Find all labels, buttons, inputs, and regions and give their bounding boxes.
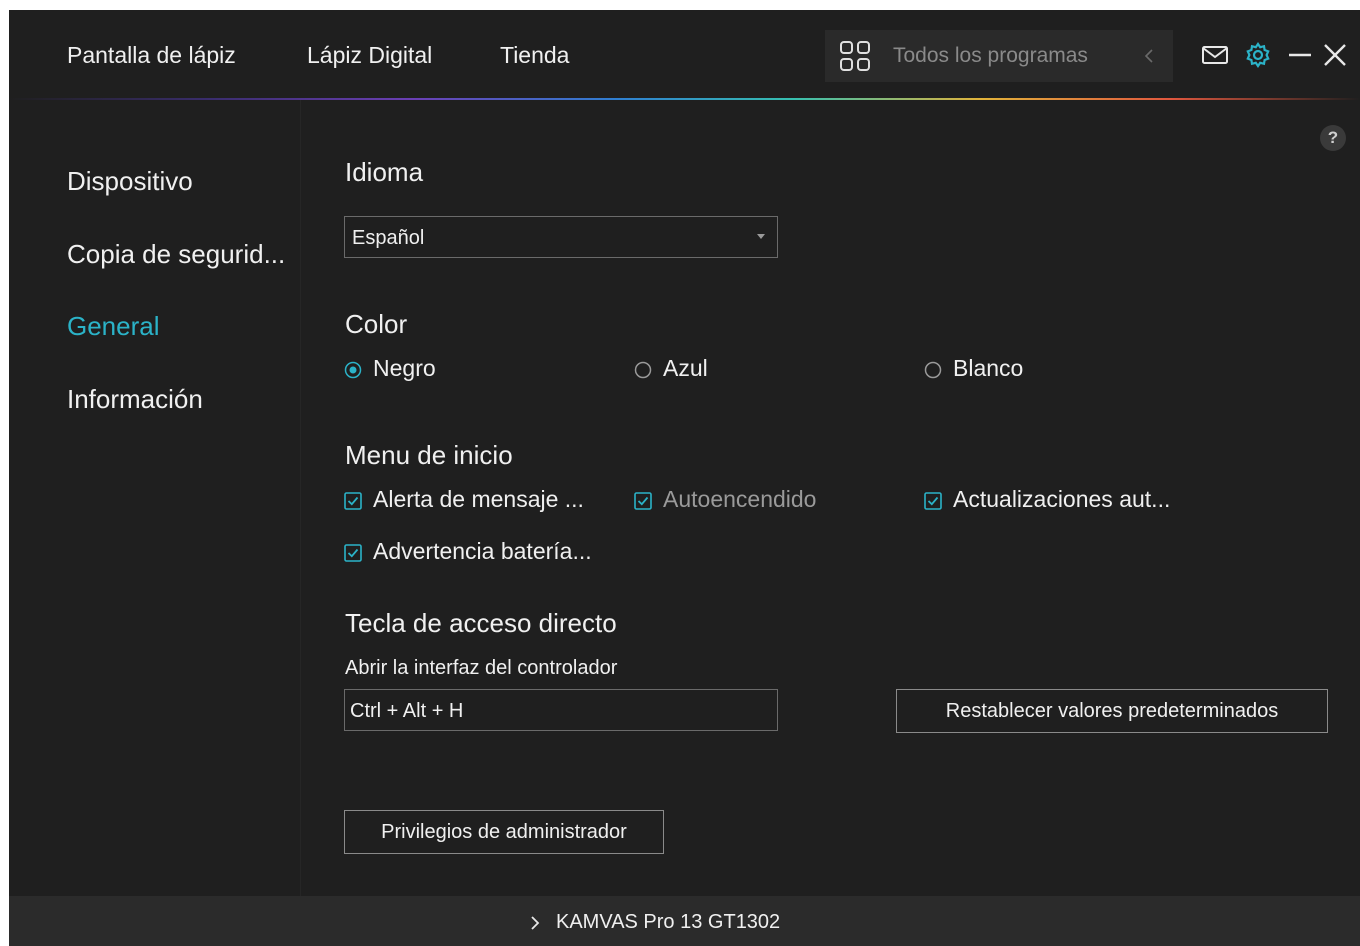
nav-pen-tablet[interactable]: Lápiz Digital	[307, 42, 432, 69]
app-window: Pantalla de lápiz Lápiz Digital Tienda T…	[9, 10, 1360, 946]
chevron-right-icon	[531, 916, 540, 930]
radio-unchecked-icon	[634, 361, 652, 379]
checkbox-label: Autoencendido	[663, 486, 817, 512]
device-footer: KAMVAS Pro 13 GT1302	[9, 896, 1360, 946]
mail-icon[interactable]	[1200, 40, 1230, 70]
sidebar: Dispositivo Copia de segurid... General …	[9, 100, 301, 896]
sidebar-item-backup[interactable]: Copia de segurid...	[67, 239, 285, 270]
nav-store[interactable]: Tienda	[500, 42, 569, 69]
radio-label: Negro	[373, 355, 436, 381]
admin-privileges-button[interactable]: Privilegios de administrador	[344, 810, 664, 854]
language-value: Español	[352, 227, 425, 249]
all-programs-selector[interactable]: Todos los programas	[825, 30, 1173, 82]
radio-checked-icon	[344, 361, 362, 379]
close-icon[interactable]	[1320, 40, 1350, 70]
checkbox-label: Actualizaciones aut...	[953, 486, 1171, 512]
checkbox-checked-icon	[344, 492, 362, 510]
radio-label: Blanco	[953, 355, 1024, 381]
caret-down-icon	[757, 234, 765, 239]
checkbox-checked-icon	[634, 492, 652, 510]
radio-label: Azul	[663, 355, 708, 381]
checkbox-label: Advertencia batería...	[373, 538, 592, 564]
language-title: Idioma	[345, 157, 424, 187]
minimize-icon[interactable]	[1285, 40, 1315, 70]
all-programs-label: Todos los programas	[893, 44, 1088, 67]
nav-pen-display[interactable]: Pantalla de lápiz	[67, 42, 236, 69]
reset-defaults-button[interactable]: Restablecer valores predeterminados	[896, 689, 1328, 733]
radio-unchecked-icon	[924, 361, 942, 379]
language-select[interactable]: Español	[344, 216, 778, 258]
checkbox-checked-icon	[344, 544, 362, 562]
hotkey-value: Ctrl + Alt + H	[350, 700, 464, 722]
sidebar-item-information[interactable]: Información	[67, 384, 203, 415]
startup-title: Menu de inicio	[345, 440, 513, 470]
top-bar: Pantalla de lápiz Lápiz Digital Tienda T…	[9, 10, 1360, 98]
checkbox-checked-icon	[924, 492, 942, 510]
help-icon[interactable]: ?	[1320, 125, 1346, 151]
sidebar-item-general[interactable]: General	[67, 311, 160, 342]
color-title: Color	[345, 309, 408, 339]
grid-icon	[840, 41, 870, 71]
device-name: KAMVAS Pro 13 GT1302	[556, 911, 781, 933]
hotkey-title: Tecla de acceso directo	[345, 608, 617, 638]
gear-icon[interactable]	[1243, 40, 1273, 70]
chevron-left-icon[interactable]	[1143, 48, 1155, 64]
hotkey-label: Abrir la interfaz del controlador	[345, 657, 618, 679]
sidebar-item-device[interactable]: Dispositivo	[67, 166, 193, 197]
checkbox-label: Alerta de mensaje ...	[373, 486, 584, 512]
hotkey-input[interactable]: Ctrl + Alt + H	[344, 689, 778, 731]
